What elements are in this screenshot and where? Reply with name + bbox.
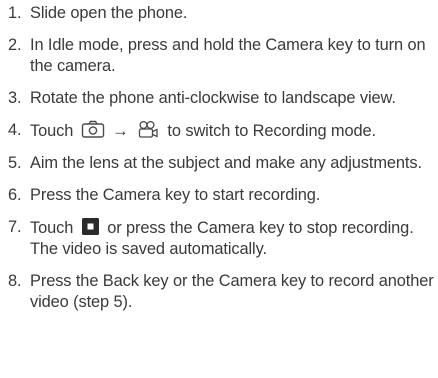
camera-icon [81,120,105,139]
step-text: Touch or press the Camera key to stop re… [30,217,434,239]
step-text: Rotate the phone anti-clockwise to lands… [30,89,396,107]
step-number: 5. [8,154,22,172]
step-3: 3. Rotate the phone anti-clockwise to la… [8,88,434,109]
step-7: 7. Touch or press the Camera key to stop… [8,217,434,260]
arrow-glyph: → [112,122,129,140]
step-text-after: or press the Camera key to stop recordin… [107,219,414,237]
step-text: Press the Back key or the Camera key to … [30,272,434,311]
instruction-list: 1. Slide open the phone. 2. In Idle mode… [8,3,434,324]
step-text: Aim the lens at the subject and make any… [30,154,422,172]
step-number: 6. [8,186,22,204]
step-text: Touch → to switch to Recording mode. [30,120,434,142]
step-text-after: to switch to Recording mode. [167,122,376,140]
step-text: Slide open the phone. [30,4,188,22]
step-2: 2. In Idle mode, press and hold the Came… [8,35,434,77]
step-number: 8. [8,272,22,290]
step-text: In Idle mode, press and hold the Camera … [30,36,426,75]
step-number: 2. [8,36,22,54]
step-8: 8. Press the Back key or the Camera key … [8,271,434,313]
step-1: 1. Slide open the phone. [8,3,434,24]
step-number: 3. [8,89,22,107]
step-number: 7. [8,218,22,236]
step-number: 4. [8,121,22,139]
step-text-before: Touch [30,122,74,140]
step-text: Press the Camera key to start recording. [30,186,321,204]
step-5: 5. Aim the lens at the subject and make … [8,153,434,174]
step-4: 4. Touch → to switch to Recording mode. [8,120,434,142]
video-camera-icon [136,120,160,139]
step-number: 1. [8,4,22,22]
stop-icon [81,217,100,236]
step-note: The video is saved automatically. [30,240,267,258]
step-6: 6. Press the Camera key to start recordi… [8,185,434,206]
step-text-before: Touch [30,219,74,237]
